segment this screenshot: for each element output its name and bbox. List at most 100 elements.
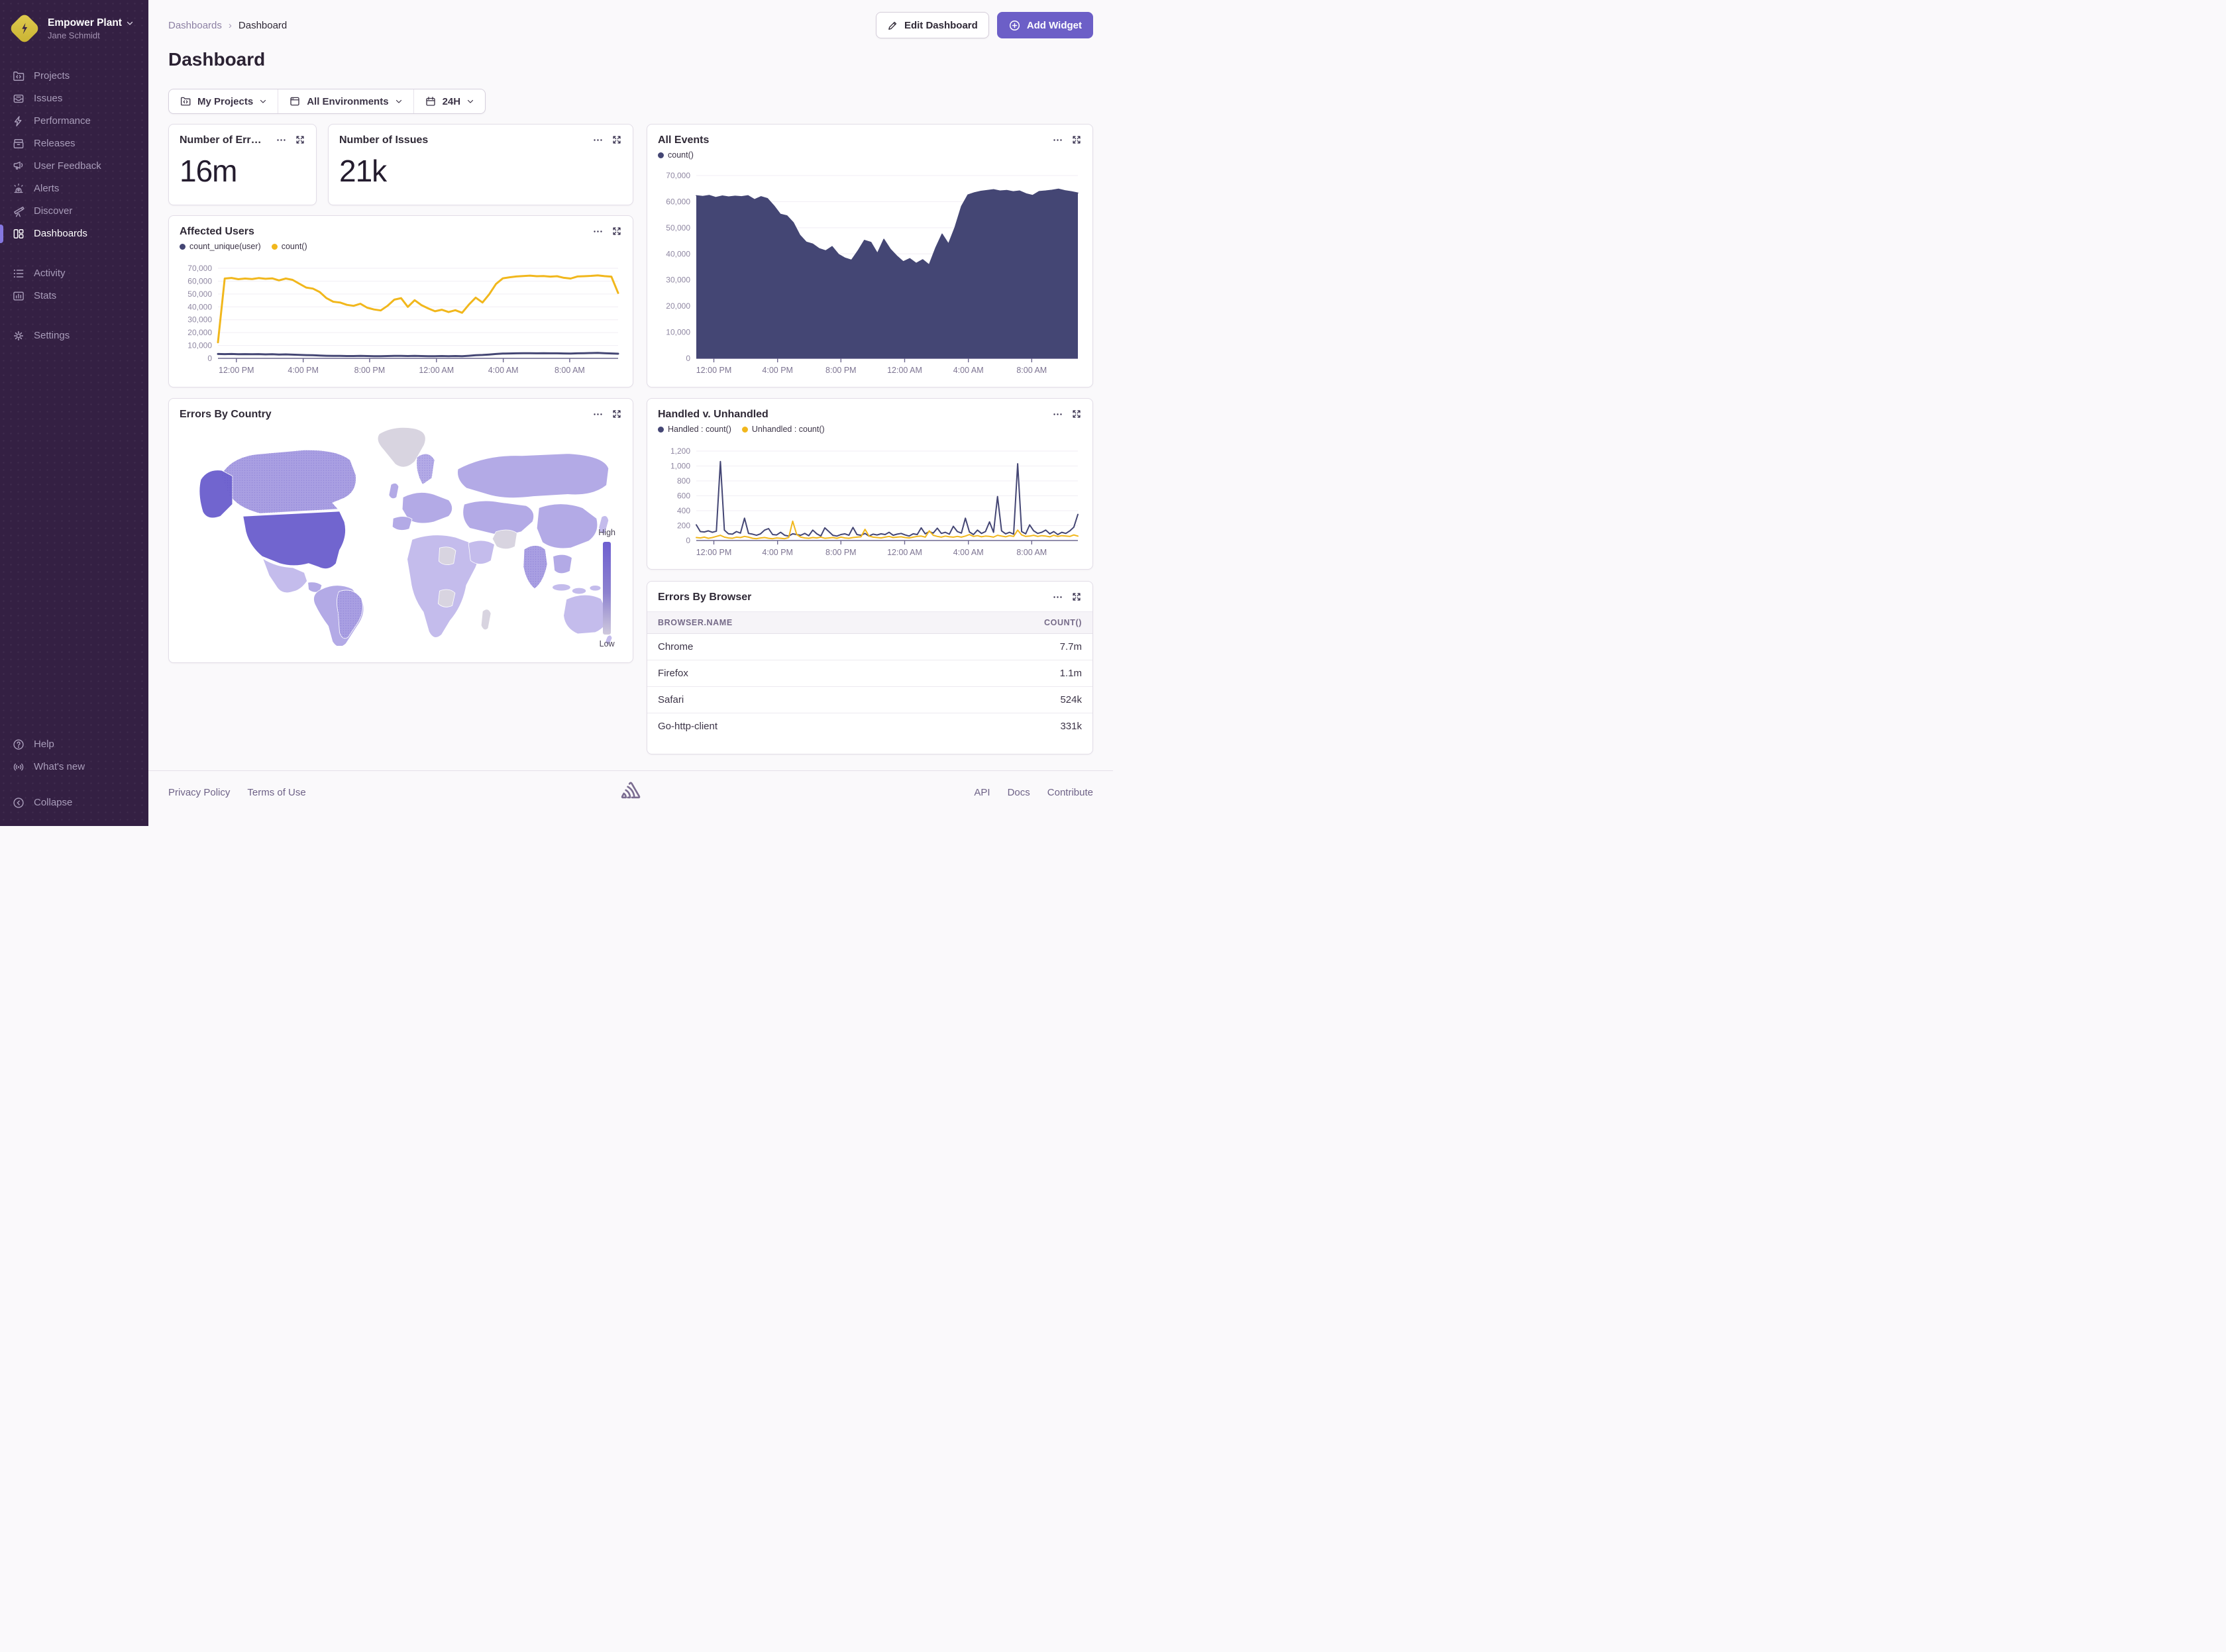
table-row: Safari524k (647, 687, 1092, 713)
map-gradient-bar (603, 542, 611, 635)
widget-expand-icon[interactable] (1071, 134, 1082, 146)
sidebar-item-activity[interactable]: Activity (0, 262, 148, 285)
lightning-bolt-icon (17, 21, 32, 36)
plus-circle-icon (1008, 19, 1021, 32)
widget-title: Number of Issues (339, 134, 428, 146)
svg-text:60,000: 60,000 (666, 197, 690, 206)
svg-text:30,000: 30,000 (666, 276, 690, 285)
sidebar-item-settings[interactable]: Settings (0, 325, 148, 347)
chevron-down-icon (466, 97, 474, 105)
svg-text:12:00 PM: 12:00 PM (696, 548, 732, 557)
sidebar-item-label: User Feedback (34, 160, 101, 173)
sidebar-item-what-s-new[interactable]: What's new (0, 756, 148, 778)
edit-dashboard-button[interactable]: Edit Dashboard (876, 12, 989, 38)
widget-number-of-issues: Number of Issues 21k (328, 124, 633, 205)
svg-text:4:00 PM: 4:00 PM (288, 366, 319, 375)
svg-text:50,000: 50,000 (666, 223, 690, 232)
big-number-value: 16m (180, 156, 305, 186)
widget-menu-icon[interactable] (592, 409, 604, 420)
svg-text:20,000: 20,000 (187, 328, 212, 337)
projects-filter[interactable]: My Projects (169, 89, 278, 113)
sidebar-item-dashboards[interactable]: Dashboards (0, 223, 148, 245)
widget-all-events: All Events count() 010,00020,00030,00040… (647, 124, 1093, 387)
svg-text:1,000: 1,000 (670, 462, 690, 471)
edit-dashboard-label: Edit Dashboard (904, 20, 978, 31)
sidebar-item-performance[interactable]: Performance (0, 110, 148, 132)
widget-menu-icon[interactable] (1052, 409, 1063, 420)
alerts-siren-icon (12, 182, 25, 195)
sidebar-item-label: Alerts (34, 182, 59, 195)
footer-link-privacy-policy[interactable]: Privacy Policy (168, 787, 230, 798)
widget-title: Errors By Country (180, 409, 272, 421)
table-row: Go-http-client331k (647, 713, 1092, 740)
sidebar-item-collapse[interactable]: Collapse (0, 792, 148, 814)
svg-text:12:00 PM: 12:00 PM (219, 366, 254, 375)
map-gradient-legend: High Low (598, 528, 615, 648)
map-legend-high-label: High (598, 528, 615, 537)
sidebar-item-label: Releases (34, 137, 76, 150)
svg-text:8:00 AM: 8:00 AM (1016, 548, 1047, 557)
footer-link-docs[interactable]: Docs (1008, 787, 1030, 798)
breadcrumb-current: Dashboard (238, 20, 287, 31)
breadcrumb-dashboards-link[interactable]: Dashboards (168, 20, 222, 31)
legend-item: Unhandled : count() (742, 425, 825, 434)
time-range-filter-label: 24H (443, 96, 461, 107)
svg-text:800: 800 (677, 476, 690, 486)
big-number-value: 21k (339, 156, 622, 186)
environments-filter[interactable]: All Environments (278, 89, 413, 113)
svg-text:4:00 AM: 4:00 AM (953, 548, 984, 557)
org-name: Empower Plant (48, 17, 122, 29)
widget-expand-icon[interactable] (1071, 409, 1082, 420)
sidebar-item-label: Help (34, 738, 54, 751)
footer-link-api[interactable]: API (974, 787, 990, 798)
sidebar-item-issues[interactable]: Issues (0, 87, 148, 110)
widget-menu-icon[interactable] (592, 226, 604, 237)
widget-menu-icon[interactable] (1052, 592, 1063, 603)
footer-link-terms-of-use[interactable]: Terms of Use (247, 787, 305, 798)
chevron-down-icon (126, 19, 134, 27)
widget-number-of-errors: Number of Err… 16m (168, 124, 317, 205)
sidebar-item-help[interactable]: Help (0, 733, 148, 756)
svg-text:8:00 PM: 8:00 PM (825, 366, 857, 375)
app-window: Empower Plant Jane Schmidt Projects Issue… (0, 0, 1113, 826)
sidebar-item-label: What's new (34, 760, 85, 774)
svg-text:200: 200 (677, 521, 690, 531)
filter-bar: My Projects All Environments 24H (168, 89, 486, 114)
settings-gear-icon (12, 329, 25, 342)
sidebar-item-releases[interactable]: Releases (0, 132, 148, 155)
widget-menu-icon[interactable] (276, 134, 287, 146)
sidebar-item-stats[interactable]: Stats (0, 285, 148, 307)
widget-errors-by-browser: Errors By Browser BROWSER.NAMECOUNT() Ch… (647, 581, 1093, 754)
widget-expand-icon[interactable] (611, 226, 622, 237)
svg-text:12:00 AM: 12:00 AM (887, 366, 922, 375)
svg-text:70,000: 70,000 (666, 171, 690, 180)
sidebar-item-alerts[interactable]: Alerts (0, 178, 148, 200)
sidebar-nav: Projects IssuesPerformance Releases User Fe… (0, 50, 148, 347)
add-widget-button[interactable]: Add Widget (997, 12, 1093, 38)
widget-expand-icon[interactable] (611, 134, 622, 146)
projects-folder-icon (12, 70, 25, 83)
chart-legend: count_unique(user)count() (180, 242, 622, 251)
issues-stack-icon (12, 92, 25, 105)
widget-title: Affected Users (180, 226, 254, 238)
widget-menu-icon[interactable] (1052, 134, 1063, 146)
footer-left-links: Privacy Policy Terms of Use (168, 787, 306, 798)
chart-legend: Handled : count()Unhandled : count() (658, 425, 1082, 434)
add-widget-label: Add Widget (1027, 20, 1082, 31)
widget-title: Number of Err… (180, 134, 262, 146)
org-switcher[interactable]: Empower Plant Jane Schmidt (0, 0, 148, 50)
sidebar-item-label: Dashboards (34, 227, 87, 240)
time-range-filter[interactable]: 24H (413, 89, 486, 113)
sidebar-item-user-feedback[interactable]: User Feedback (0, 155, 148, 178)
sidebar-item-discover[interactable]: Discover (0, 200, 148, 223)
widget-expand-icon[interactable] (611, 409, 622, 420)
sidebar-item-label: Projects (34, 70, 70, 83)
footer-link-contribute[interactable]: Contribute (1047, 787, 1093, 798)
pencil-icon (887, 20, 898, 31)
sidebar-item-projects[interactable]: Projects (0, 65, 148, 87)
widget-menu-icon[interactable] (592, 134, 604, 146)
widget-expand-icon[interactable] (295, 134, 305, 146)
widget-title: All Events (658, 134, 709, 146)
widget-expand-icon[interactable] (1071, 592, 1082, 603)
widget-title: Errors By Browser (658, 592, 751, 603)
